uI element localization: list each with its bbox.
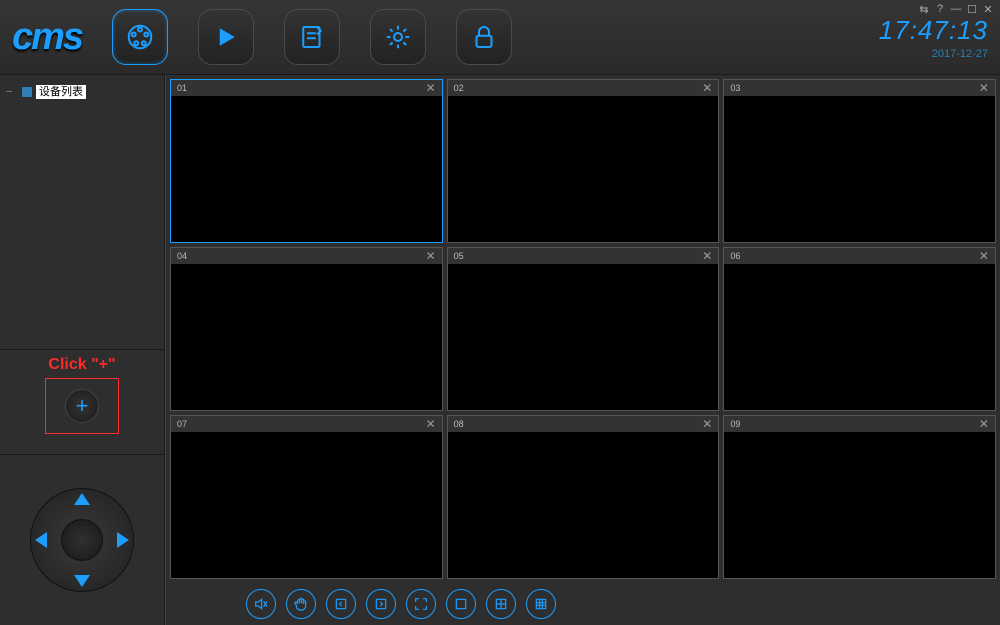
tile-header: 06✕ [724,248,995,264]
tile-close-button[interactable]: ✕ [702,249,712,263]
tile-header: 08✕ [448,416,719,432]
minimize-icon[interactable]: — [948,2,964,16]
device-tree: − 设备列表 [0,75,164,350]
sidebar: − 设备列表 Click "+" + [0,75,165,625]
hand-icon [293,596,309,612]
fullscreen-button[interactable] [406,589,436,619]
tree-root[interactable]: − 设备列表 [6,85,158,99]
ptz-center-button[interactable] [61,519,103,561]
add-annotation-box: + [45,378,119,434]
video-tile-06[interactable]: 06✕ [723,247,996,411]
settings-button[interactable] [370,9,426,65]
mute-icon [253,596,269,612]
main-panel: 01✕02✕03✕04✕05✕06✕07✕08✕09✕ [165,75,1000,625]
video-tile-03[interactable]: 03✕ [723,79,996,243]
help-icon[interactable]: ? [932,2,948,16]
tile-close-button[interactable]: ✕ [426,81,436,95]
layout-9-button[interactable] [526,589,556,619]
tile-header: 04✕ [171,248,442,264]
live-view-button[interactable] [112,9,168,65]
play-icon [211,22,241,52]
video-tile-01[interactable]: 01✕ [170,79,443,243]
tile-number: 03 [730,83,979,93]
tile-close-button[interactable]: ✕ [426,249,436,263]
tile-header: 02✕ [448,80,719,96]
tile-close-button[interactable]: ✕ [702,81,712,95]
tile-close-button[interactable]: ✕ [979,249,989,263]
lock-button[interactable] [456,9,512,65]
clock-date: 2017-12-27 [879,48,988,60]
video-tile-08[interactable]: 08✕ [447,415,720,579]
grab-button[interactable] [286,589,316,619]
prev-icon [333,596,349,612]
ptz-pad [22,480,142,600]
mute-button[interactable] [246,589,276,619]
ptz-down-button[interactable] [74,575,90,587]
layout4-icon [493,596,509,612]
layout-4-button[interactable] [486,589,516,619]
ptz-up-button[interactable] [74,493,90,505]
clock-time: 17:47:13 [879,15,988,46]
tree-collapse-icon[interactable]: − [6,86,18,98]
bottom-toolbar [166,583,1000,625]
fullscreen-icon [413,596,429,612]
tile-close-button[interactable]: ✕ [979,81,989,95]
window-controls: ⇆ ? — ☐ ✕ [916,2,996,16]
video-tile-09[interactable]: 09✕ [723,415,996,579]
tile-header: 07✕ [171,416,442,432]
reel-icon [125,22,155,52]
add-annotation: Click "+" [48,356,115,374]
header-bar: cms 17:47:13 2017-12-27 [0,0,1000,75]
gear-icon [383,22,413,52]
playback-button[interactable] [198,9,254,65]
prev-page-button[interactable] [326,589,356,619]
tree-root-label: 设备列表 [36,85,86,99]
close-icon[interactable]: ✕ [980,2,996,16]
app-logo: cms [12,16,82,59]
layout9-icon [533,596,549,612]
video-tile-05[interactable]: 05✕ [447,247,720,411]
lock-icon [469,22,499,52]
log-icon [297,22,327,52]
tile-header: 09✕ [724,416,995,432]
tile-header: 03✕ [724,80,995,96]
device-list-icon [22,87,32,97]
log-button[interactable] [284,9,340,65]
tile-number: 08 [454,419,703,429]
add-device-button[interactable]: + [65,389,99,423]
tile-number: 06 [730,251,979,261]
swap-icon[interactable]: ⇆ [916,2,932,16]
next-icon [373,596,389,612]
tile-number: 05 [454,251,703,261]
tile-close-button[interactable]: ✕ [702,417,712,431]
layout-1-button[interactable] [446,589,476,619]
tile-header: 01✕ [171,80,442,96]
video-tile-07[interactable]: 07✕ [170,415,443,579]
video-grid: 01✕02✕03✕04✕05✕06✕07✕08✕09✕ [166,75,1000,583]
clock: 17:47:13 2017-12-27 [879,15,988,60]
tile-header: 05✕ [448,248,719,264]
ptz-right-button[interactable] [117,532,129,548]
tile-number: 09 [730,419,979,429]
maximize-icon[interactable]: ☐ [964,2,980,16]
next-page-button[interactable] [366,589,396,619]
add-device-zone: Click "+" + [0,350,164,455]
plus-icon: + [76,393,89,419]
ptz-panel [0,455,164,625]
tile-number: 07 [177,419,426,429]
tile-close-button[interactable]: ✕ [426,417,436,431]
video-tile-02[interactable]: 02✕ [447,79,720,243]
ptz-left-button[interactable] [35,532,47,548]
tile-number: 02 [454,83,703,93]
tile-number: 01 [177,83,426,93]
video-tile-04[interactable]: 04✕ [170,247,443,411]
layout1-icon [453,596,469,612]
tile-number: 04 [177,251,426,261]
tile-close-button[interactable]: ✕ [979,417,989,431]
